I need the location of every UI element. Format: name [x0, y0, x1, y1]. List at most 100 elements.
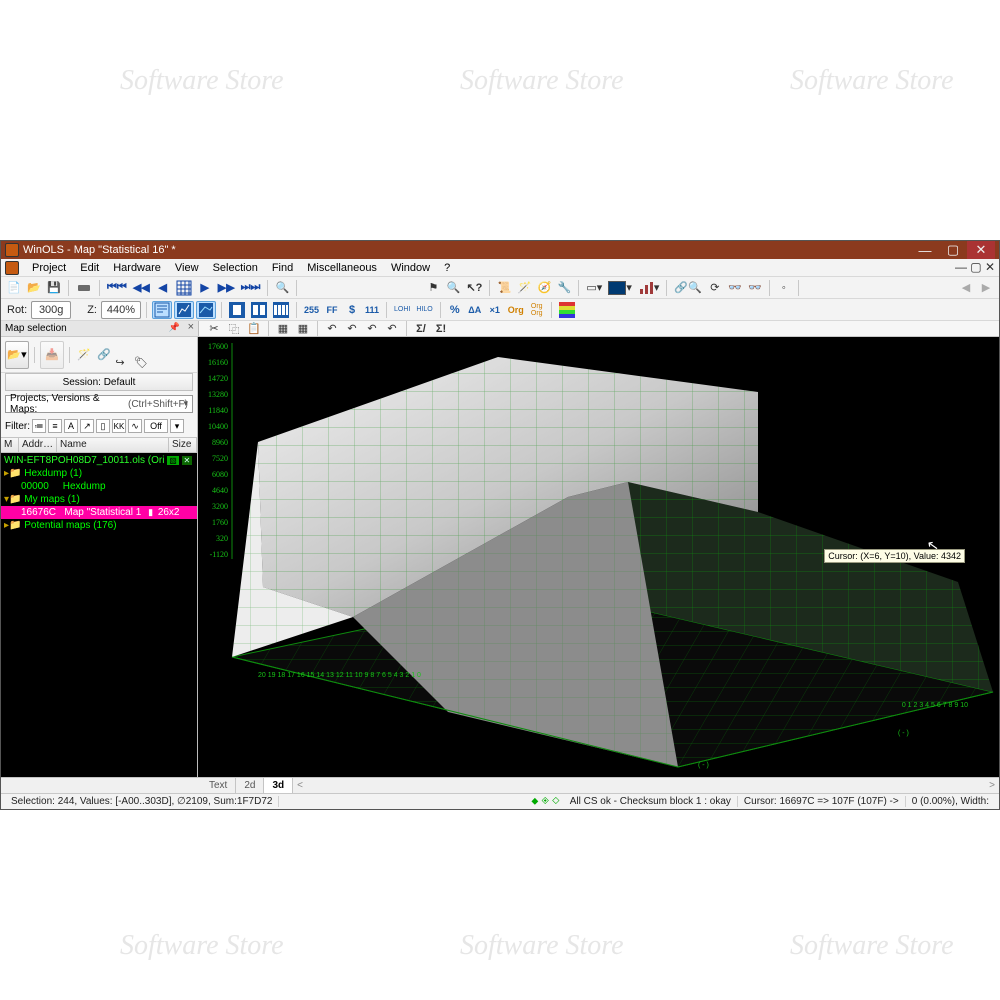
menu-find[interactable]: Find: [265, 262, 300, 274]
tag-button[interactable]: 🏷: [132, 353, 150, 371]
filter-off-button[interactable]: Off: [144, 419, 168, 433]
window-minimize-button[interactable]: —: [911, 241, 939, 259]
view-2d-button[interactable]: [174, 301, 194, 319]
link-zoom-button[interactable]: 🔗🔍: [672, 279, 703, 297]
projects-combo[interactable]: Projects, Versions & Maps: (Ctrl+Shift+F…: [5, 395, 193, 413]
hilo-button[interactable]: HILO: [414, 301, 434, 319]
view-3d-button[interactable]: [196, 301, 216, 319]
org-button[interactable]: Org: [506, 301, 526, 319]
menu-help[interactable]: ?: [437, 262, 457, 274]
grid-button[interactable]: [174, 279, 194, 297]
undo4-button[interactable]: ↶: [383, 320, 401, 338]
tab-2d[interactable]: 2d: [236, 778, 264, 793]
menu-project[interactable]: Project: [25, 262, 73, 274]
tree-selected-map[interactable]: 16676C Map "Statistical 1 ▮ 26x2: [1, 506, 197, 519]
tab-scroll-left[interactable]: <: [293, 780, 307, 791]
paste-button[interactable]: 📋: [245, 320, 263, 338]
percent-button[interactable]: %: [446, 301, 464, 319]
view-text-button[interactable]: [152, 301, 172, 319]
pin-icon[interactable]: 📌: [169, 322, 180, 333]
wand-button[interactable]: 🪄: [515, 279, 533, 297]
filter-kk-button[interactable]: KK: [112, 419, 126, 433]
sigma-div-button[interactable]: Σ/: [412, 320, 430, 338]
val-dollar-button[interactable]: $: [343, 301, 361, 319]
nav-next-button[interactable]: ▶▶: [216, 279, 237, 297]
zscale-input[interactable]: 440%: [101, 301, 141, 319]
col-addr[interactable]: Addr…: [19, 438, 57, 452]
tree-hexdump-group[interactable]: ▸📁 Hexdump (1): [1, 467, 197, 480]
bars-button[interactable]: ▾: [636, 279, 662, 297]
tree-mymaps-group[interactable]: ▾📁 My maps (1): [1, 493, 197, 506]
nav-fwd-button[interactable]: ▶: [196, 279, 214, 297]
flag-button[interactable]: ⚑: [424, 279, 442, 297]
menu-window[interactable]: Window: [384, 262, 437, 274]
select-button[interactable]: ▭▾: [584, 279, 604, 297]
script-button[interactable]: 📜: [495, 279, 513, 297]
palette-button[interactable]: [557, 301, 577, 319]
project-tree[interactable]: WIN-EFT8POH08D7_10011.ols (Ori ▧ ✕ ▸📁 He…: [1, 453, 197, 777]
refresh-button[interactable]: ⟳: [706, 279, 724, 297]
filter-curve-button[interactable]: ∿: [128, 419, 142, 433]
orgorg-button[interactable]: Org Org: [528, 301, 546, 319]
sigma-excl-button[interactable]: Σ!: [432, 320, 450, 338]
col-size[interactable]: Size: [169, 438, 197, 452]
bitwidth-16-button[interactable]: [249, 301, 269, 319]
helppointer-button[interactable]: ↖?: [464, 279, 484, 297]
tree-column-headers[interactable]: M Addr… Name Size: [1, 437, 197, 453]
lohi-button[interactable]: LOHI: [392, 301, 412, 319]
filter-bars-button[interactable]: ≡: [48, 419, 62, 433]
bitwidth-32-button[interactable]: [271, 301, 291, 319]
tab-3d[interactable]: 3d: [264, 778, 293, 793]
menu-miscellaneous[interactable]: Miscellaneous: [300, 262, 384, 274]
tree-hexdump-item[interactable]: 00000 Hexdump: [1, 480, 197, 493]
val-255-button[interactable]: 255: [302, 301, 321, 319]
window-maximize-button[interactable]: ▢: [939, 241, 967, 259]
session-button[interactable]: Session: Default: [5, 373, 193, 391]
bitwidth-8-button[interactable]: [227, 301, 247, 319]
export-button[interactable]: ↪: [111, 353, 129, 371]
save-button[interactable]: 💾: [45, 279, 63, 297]
menu-hardware[interactable]: Hardware: [106, 262, 168, 274]
menu-selection[interactable]: Selection: [206, 262, 265, 274]
tree-root[interactable]: WIN-EFT8POH08D7_10011.ols (Ori ▧ ✕: [1, 454, 197, 467]
filter-equal-button[interactable]: ≔: [32, 419, 46, 433]
undo1-button[interactable]: ↶: [323, 320, 341, 338]
zoomtool-button[interactable]: 🔍: [444, 279, 462, 297]
glasses-button[interactable]: 👓: [726, 279, 744, 297]
history-prev-button[interactable]: ◀: [957, 279, 975, 297]
tab-text[interactable]: Text: [201, 778, 236, 793]
cut-button[interactable]: ✂: [205, 320, 223, 338]
rotation-input[interactable]: 300g: [31, 301, 71, 319]
delta-a-button[interactable]: ΔA: [466, 301, 484, 319]
val-ff-button[interactable]: FF: [323, 301, 341, 319]
dot-button[interactable]: ◦: [775, 279, 793, 297]
mdi-controls[interactable]: — ▢ ✕: [955, 260, 995, 274]
col-m[interactable]: M: [1, 438, 19, 452]
col-name[interactable]: Name: [57, 438, 169, 452]
glasses-alt-button[interactable]: 👓: [746, 279, 764, 297]
copy-button[interactable]: ⿻: [225, 320, 243, 338]
menu-edit[interactable]: Edit: [73, 262, 106, 274]
connect-button[interactable]: [74, 279, 94, 297]
nav-back-button[interactable]: ◀: [154, 279, 172, 297]
val-111-button[interactable]: 111: [363, 301, 381, 319]
menu-view[interactable]: View: [168, 262, 206, 274]
nav-prev-button[interactable]: ◀◀: [131, 279, 152, 297]
filter-font-button[interactable]: A: [64, 419, 78, 433]
undo2-button[interactable]: ↶: [343, 320, 361, 338]
new-button[interactable]: 📄: [5, 279, 23, 297]
filter-bar-button[interactable]: ▯: [96, 419, 110, 433]
undo3-button[interactable]: ↶: [363, 320, 381, 338]
window-close-button[interactable]: ✕: [967, 241, 995, 259]
open-button[interactable]: 📂: [25, 279, 43, 297]
filter-dropdown-button[interactable]: ▾: [170, 419, 184, 433]
tree-potential-group[interactable]: ▸📁 Potential maps (176): [1, 519, 197, 532]
mark2-button[interactable]: ▦: [294, 320, 312, 338]
color-button[interactable]: ▾: [606, 279, 634, 297]
nav-first-button[interactable]: ⏮⏮: [105, 279, 129, 297]
tab-scroll-right[interactable]: >: [985, 780, 999, 791]
map-button[interactable]: 🧭: [535, 279, 553, 297]
x1-button[interactable]: ×1: [486, 301, 504, 319]
search-plus-button[interactable]: 🔍: [273, 279, 291, 297]
wrench-button[interactable]: 🔧: [555, 279, 573, 297]
